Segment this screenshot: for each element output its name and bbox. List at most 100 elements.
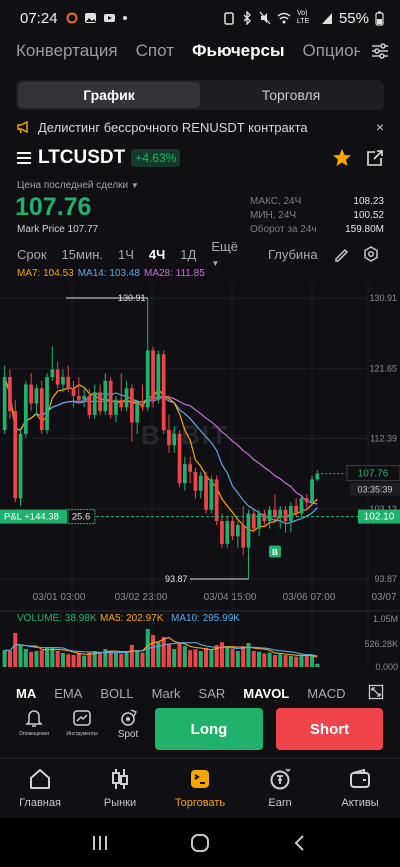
stat-high: МАКС, 24Ч 108.23 [250,194,384,208]
volume-bar [257,651,262,667]
volume-bar [151,635,156,667]
pair-change-badge: +4.63% [131,149,181,167]
candle-body [299,498,304,514]
ind-mark[interactable]: Mark [152,686,181,701]
volume-bar [161,637,166,667]
volume-bar [18,645,23,667]
nav-markets[interactable]: Рынки [80,759,160,818]
tf-depth[interactable]: Глубина [268,247,318,262]
candle-body [220,521,224,544]
volume-bar [251,651,256,667]
volume-bar [230,649,235,667]
star-icon[interactable] [332,148,352,168]
ind-macd[interactable]: MACD [307,686,345,701]
chart-settings-icon[interactable] [363,246,379,262]
fullscreen-icon[interactable] [368,684,384,703]
menu-icon[interactable] [16,151,32,165]
volume-bar [140,652,145,667]
settings-sliders-icon[interactable] [360,36,400,66]
ind-boll[interactable]: BOLL [100,686,133,701]
nav-home[interactable]: Главная [0,759,80,818]
candle-body [225,521,230,544]
candle-body [315,473,320,480]
current-price-value: 107.76 [358,469,389,480]
candle-body [29,384,34,404]
candle-body [45,376,49,431]
announcement-banner[interactable]: Делистинг бессрочного RENUSDT контракта … [16,116,384,138]
stat-turnover-label: Оборот за 24ч [250,223,317,235]
nav-earn-label: Earn [268,797,292,809]
tab-futures[interactable]: Фьючерсы [192,41,285,61]
tf-15m[interactable]: 15мин. [62,247,103,262]
draw-pencil-icon[interactable] [333,246,349,262]
earn-icon [270,768,291,790]
candle-body [34,388,39,404]
recent-apps-icon[interactable] [90,833,110,853]
candle-body [61,376,65,385]
candle-body [283,509,288,522]
candle-body [230,521,235,537]
candle-body [294,505,299,514]
share-icon[interactable] [366,149,384,167]
long-button[interactable]: Long [155,708,263,750]
short-button[interactable]: Short [276,708,383,750]
home-circle-icon[interactable] [189,832,211,854]
network-type: Vo) LTE [296,10,310,25]
volume-bar [39,650,44,667]
price-chart[interactable]: BYBIT130.91121.65112.39103.1393.87130.91… [0,284,400,676]
candle-body [198,475,203,491]
stat-low-label: МИН, 24Ч [250,209,297,221]
candle-body [288,505,293,522]
volume-ma5-value: MA5: 202.97K [100,613,164,624]
tab-convert[interactable]: Конвертация [16,41,118,61]
volume-bar [262,653,267,667]
tf-1d[interactable]: 1Д [180,247,196,262]
volume-axis-label: 526.28K [364,639,398,649]
ind-sar[interactable]: SAR [199,686,226,701]
volume-bar [113,653,118,667]
candle-body [267,509,272,522]
tf-1h[interactable]: 1Ч [118,247,134,262]
segment-chart[interactable]: График [18,82,200,108]
nav-home-label: Главная [19,797,61,809]
nav-assets[interactable]: Активы [320,759,400,818]
time-axis-label: 03/02 23:00 [115,592,168,603]
volume-axis-label: 0.000 [375,662,398,672]
mute-icon [259,11,271,25]
volume-bar [23,649,28,667]
volume-bar [60,653,65,667]
tab-spot[interactable]: Спот [136,41,174,61]
volume-bar [2,650,7,667]
segment-trade[interactable]: Торговля [200,82,382,108]
alerts-button[interactable]: Оповещения [14,708,54,737]
last-price-label[interactable]: Цена последней сделки ▼ [17,180,139,191]
candle-body [182,464,187,484]
system-navigation [0,818,400,867]
tf-4h[interactable]: 4Ч [149,247,165,262]
volume-bar [71,655,76,667]
tf-period[interactable]: Срок [17,247,47,262]
tools-button[interactable]: Инструменты [62,708,102,737]
volume-bar [209,650,214,667]
ind-ema[interactable]: EMA [54,686,82,701]
volume-bar [45,647,50,667]
ind-mavol[interactable]: MAVOL [243,686,289,701]
ma14-value: MA14: 103.48 [77,268,140,279]
ind-ma[interactable]: MA [16,686,36,701]
battery-level: 55% [338,9,369,27]
nav-earn[interactable]: Earn [240,759,320,818]
pnl-value: P&L +144.38 [4,512,59,523]
spot-button[interactable]: Spot [110,708,146,740]
tf-more[interactable]: Ещё ▼ [211,239,253,269]
volume-bar [304,655,309,667]
back-icon[interactable] [290,833,310,853]
close-icon[interactable]: × [376,119,384,135]
pair-symbol[interactable]: LTCUSDT [38,147,125,169]
candle-body [114,399,118,415]
tab-options[interactable]: Опцион [303,41,364,61]
volume-bar [124,651,129,667]
nav-trade[interactable]: Торговать [160,759,240,818]
ma-legend: MA7: 104.53 MA14: 103.48 MA28: 111.85 [17,268,205,279]
wifi-icon [277,12,291,24]
bluetooth-icon [243,11,251,25]
